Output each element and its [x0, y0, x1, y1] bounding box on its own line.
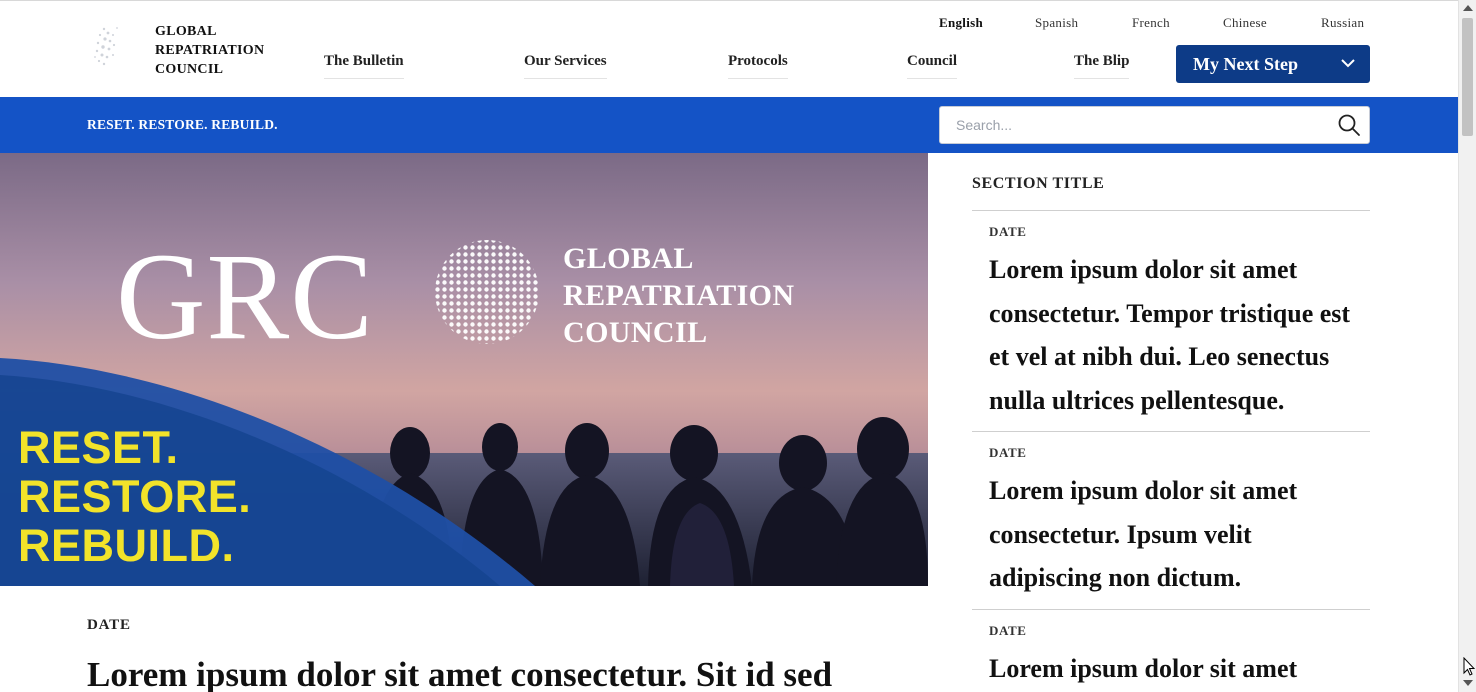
sidebar-item-title-link[interactable]: Lorem ipsum dolor sit amet consectetur. … [989, 469, 1369, 600]
my-next-step-label: My Next Step [1193, 54, 1298, 74]
lang-english[interactable]: English [939, 15, 983, 31]
section-title: SECTION TITLE [972, 175, 1105, 192]
lang-russian[interactable]: Russian [1321, 15, 1364, 31]
divider [972, 210, 1370, 211]
article-title-link[interactable]: Lorem ipsum dolor sit amet consectetur. … [87, 655, 832, 692]
hero-slogan: RESET. RESTORE. REBUILD. [18, 423, 251, 570]
search-box [939, 106, 1370, 144]
vertical-scrollbar[interactable] [1458, 0, 1476, 692]
scroll-down-arrow-icon[interactable] [1463, 680, 1473, 686]
mouse-cursor-icon [1463, 657, 1475, 676]
nav-protocols[interactable]: Protocols [728, 53, 788, 79]
hero-name-line: COUNCIL [563, 316, 708, 349]
nav-council[interactable]: Council [907, 53, 958, 79]
nav-the-bulletin[interactable]: The Bulletin [324, 53, 404, 79]
divider [972, 609, 1370, 610]
hero-slogan-line: RESET. [18, 422, 179, 473]
language-switcher: English Spanish French Chinese Russian [0, 15, 1458, 35]
logo-line: REPATRIATION [155, 43, 265, 58]
article-date: DATE [87, 617, 131, 633]
lang-french[interactable]: French [1132, 15, 1170, 31]
tagline: RESET. RESTORE. REBUILD. [87, 117, 278, 132]
hero-slogan-line: REBUILD. [18, 520, 235, 571]
page: GLOBAL REPATRIATION COUNCIL English Span… [0, 0, 1458, 692]
lang-spanish[interactable]: Spanish [1035, 15, 1078, 31]
tagline-band: RESET. RESTORE. REBUILD. [0, 97, 1458, 153]
my-next-step-dropdown[interactable]: My Next Step [1176, 45, 1370, 83]
hero-name-line: GLOBAL [563, 242, 694, 275]
chevron-down-icon [1341, 59, 1355, 68]
logo-line: COUNCIL [155, 62, 224, 77]
sidebar-item-date: DATE [989, 224, 1027, 239]
hero-name-line: REPATRIATION [563, 279, 795, 312]
search-icon[interactable] [1337, 113, 1361, 137]
sidebar-item-title-link[interactable]: Lorem ipsum dolor sit amet consectetur. … [989, 248, 1369, 422]
hero-acronym: GRC [116, 228, 374, 365]
divider [972, 431, 1370, 432]
hero-org-name: GLOBAL REPATRIATION COUNCIL [563, 240, 795, 351]
sidebar-item-title-link[interactable]: Lorem ipsum dolor sit amet [989, 647, 1369, 691]
scroll-up-arrow-icon[interactable] [1463, 5, 1473, 11]
hero-slogan-line: RESTORE. [18, 471, 252, 522]
search-input[interactable] [940, 107, 1336, 143]
sidebar-item-date: DATE [989, 623, 1027, 638]
scrollbar-thumb[interactable] [1462, 18, 1473, 136]
nav-the-blip[interactable]: The Blip [1074, 53, 1130, 79]
hero-banner[interactable]: GRC GLOBAL REPATRIATION COUNCIL RESET. R… [0, 153, 928, 586]
sidebar-item-date: DATE [989, 445, 1027, 460]
lang-chinese[interactable]: Chinese [1223, 15, 1267, 31]
nav-our-services[interactable]: Our Services [524, 53, 607, 79]
